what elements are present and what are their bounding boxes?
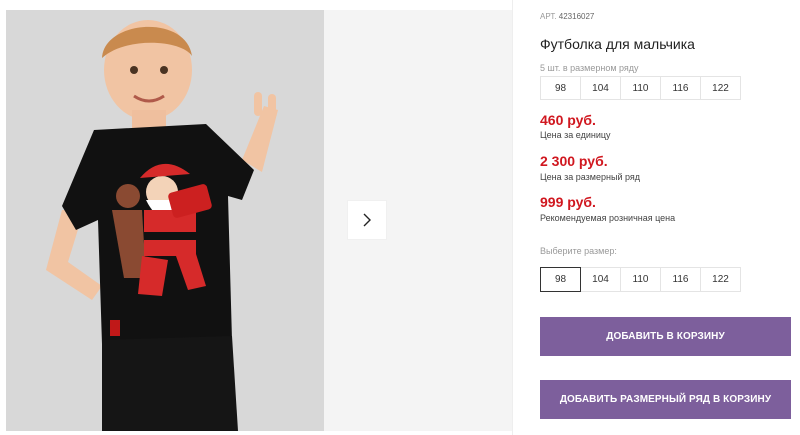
size-option-98[interactable]: 98: [540, 267, 581, 292]
product-photo: [6, 10, 324, 431]
size-option-104[interactable]: 104: [580, 267, 621, 292]
size-selector: 98 104 110 116 122: [540, 267, 741, 292]
size-option-122[interactable]: 122: [700, 267, 741, 292]
pack-size-116: 116: [660, 76, 701, 100]
retail-price-label: Рекомендуемая розничная цена: [540, 213, 676, 223]
sku: АРТ. 42316027: [540, 12, 594, 21]
pack-price-label: Цена за размерный ряд: [540, 172, 641, 182]
divider: [512, 0, 513, 435]
add-pack-to-cart-button[interactable]: ДОБАВИТЬ РАЗМЕРНЫЙ РЯД В КОРЗИНУ: [540, 380, 791, 419]
pack-note: 5 шт. в размерном ряду: [540, 63, 639, 73]
size-option-110[interactable]: 110: [620, 267, 661, 292]
sku-value: 42316027: [558, 12, 595, 21]
product-title: Футболка для мальчика: [540, 36, 695, 52]
pack-price: 2 300 руб.: [540, 153, 608, 169]
pack-size-110: 110: [620, 76, 661, 100]
choose-size-label: Выберите размер:: [540, 246, 617, 256]
size-option-116[interactable]: 116: [660, 267, 701, 292]
retail-price: 999 руб.: [540, 194, 596, 210]
chevron-right-icon: [363, 213, 371, 227]
product-image: [6, 10, 324, 431]
next-image-button[interactable]: [348, 201, 386, 239]
pack-sizes: 98 104 110 116 122: [540, 76, 741, 100]
sku-label: АРТ.: [540, 12, 557, 21]
pack-size-122: 122: [700, 76, 741, 100]
pack-size-104: 104: [580, 76, 621, 100]
unit-price-label: Цена за единицу: [540, 130, 611, 140]
add-to-cart-button[interactable]: ДОБАВИТЬ В КОРЗИНУ: [540, 317, 791, 356]
unit-price: 460 руб.: [540, 112, 596, 128]
pack-size-98: 98: [540, 76, 581, 100]
